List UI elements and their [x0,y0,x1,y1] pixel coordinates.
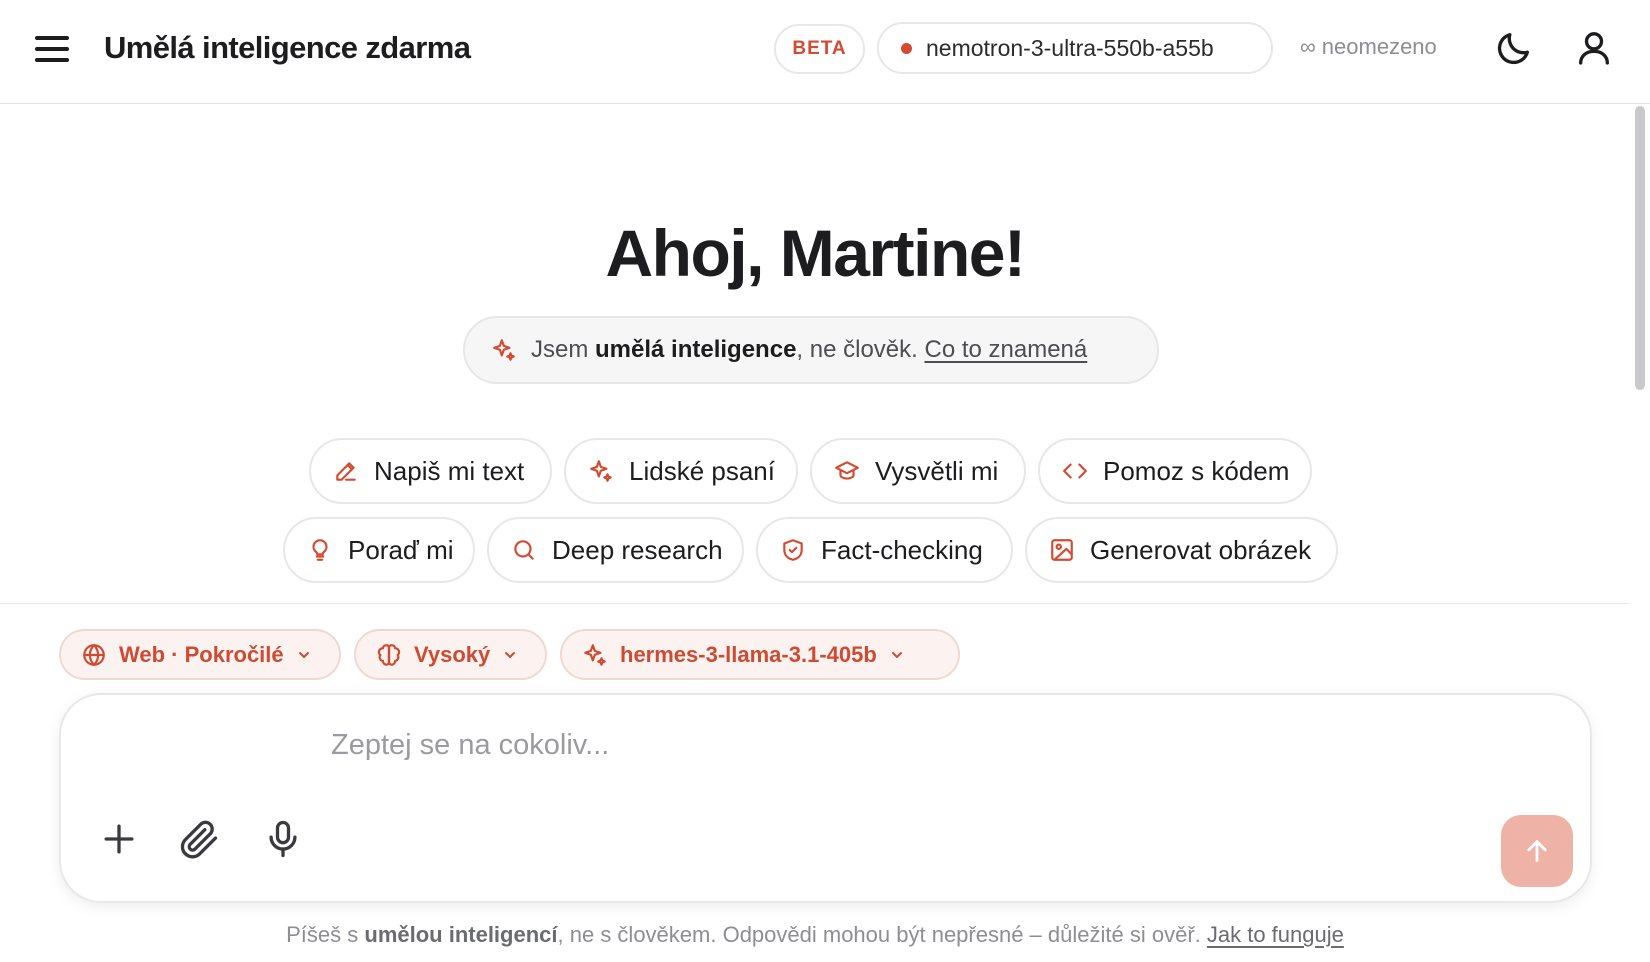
plus-icon[interactable] [97,817,141,861]
composer [59,693,1592,903]
disclaimer-prefix: Píšeš s [286,922,365,947]
status-dot [901,42,912,54]
disclaimer: Píšeš s umělou inteligencí, ne s člověke… [0,922,1630,948]
suggestion-generate-image[interactable]: Generovat obrázek [1025,517,1338,583]
disclaimer-link[interactable]: Jak to funguje [1207,922,1344,947]
search-mode-value: Web · Pokročilé [119,641,284,667]
hamburger-menu-icon[interactable] [30,29,74,69]
usage-limit-text: ∞ neomezeno [1300,34,1437,59]
search-icon [514,540,534,560]
app-title: Umělá inteligence zdarma [104,30,471,65]
chevron-down-icon [505,651,516,658]
chip-label: Generovat obrázek [1090,534,1312,565]
scrollbar[interactable] [1630,104,1650,604]
code-icon [1063,463,1087,479]
globe-icon [83,643,105,666]
suggestion-deep-research[interactable]: Deep research [487,517,744,583]
ai-notice: Jsem umělá inteligence , ne člověk. Co t… [463,316,1159,384]
chip-label: Fact-checking [821,534,983,565]
chip-label: Poraď mi [348,534,454,565]
notice-bold: umělá inteligence [595,336,797,363]
chevron-down-icon [891,651,902,658]
microphone-icon[interactable] [261,817,305,861]
lightbulb-icon [312,539,328,561]
pencil-icon [336,462,356,481]
composer-divider [0,603,1630,604]
prompt-input[interactable] [331,721,1491,769]
model-value: hermes-3-llama-3.1-405b [620,641,877,667]
suggestion-fact-checking[interactable]: Fact-checking [756,517,1013,583]
notice-prefix: Jsem [531,336,596,363]
reasoning-level-value: Vysoký [414,641,491,667]
moon-icon[interactable] [1494,28,1534,68]
sparkle-icon [493,339,515,361]
graduation-cap-icon [835,461,859,480]
sparkle-icon [590,460,612,482]
scrollbar-thumb[interactable] [1635,106,1645,390]
brain-icon [377,643,401,666]
suggestion-explain[interactable]: Vysvětli mi [810,438,1026,504]
notice-suffix: , ne člověk. [796,336,925,363]
disclaimer-bold: umělou inteligencí [364,922,558,947]
arrow-up-icon [1527,840,1547,862]
current-model-pill[interactable]: nemotron-3-ultra-550b-a55b [877,22,1273,74]
reasoning-level-select[interactable]: Vysoký [354,629,547,680]
greeting-heading: Ahoj, Martine! [605,216,1027,290]
suggestion-human-writing[interactable]: Lidské psaní [564,438,798,504]
chip-label: Napiš mi text [374,455,525,486]
disclaimer-suffix: , ne s člověkem. Odpovědi mohou být nepř… [557,922,1207,947]
chip-label: Pomoz s kódem [1103,455,1290,486]
model-select[interactable]: hermes-3-llama-3.1-405b [560,629,960,680]
chip-label: Lidské psaní [629,455,775,486]
sparkle-icon [584,643,606,666]
user-icon[interactable] [1574,28,1614,68]
shield-check-icon [783,539,803,561]
chevron-down-icon [298,651,309,658]
app-root: Umělá inteligence zdarma BETA nemotron-3… [0,0,1650,962]
chip-label: Deep research [552,534,723,565]
current-model-name: nemotron-3-ultra-550b-a55b [926,34,1214,61]
suggestion-code-help[interactable]: Pomoz s kódem [1038,438,1312,504]
chip-label: Vysvětli mi [875,455,999,486]
notice-link[interactable]: Co to znamená [924,336,1087,364]
top-bar: Umělá inteligence zdarma BETA nemotron-3… [0,0,1650,104]
beta-badge: BETA [774,24,865,74]
suggestion-write-text[interactable]: Napiš mi text [309,438,552,504]
send-button[interactable] [1501,815,1573,887]
suggestion-advice[interactable]: Poraď mi [283,517,475,583]
image-icon [1051,539,1073,561]
search-mode-select[interactable]: Web · Pokročilé [59,629,341,680]
paperclip-icon[interactable] [177,817,221,861]
